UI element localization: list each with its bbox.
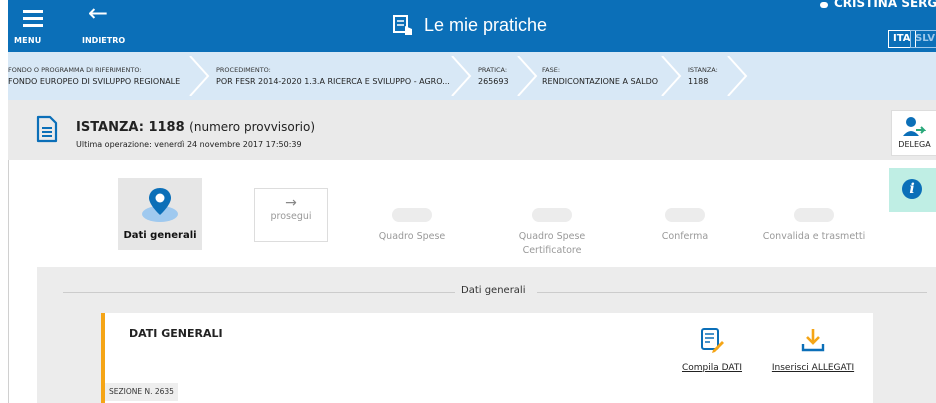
breadcrumb-fund-value: FONDO EUROPEO DI SVILUPPO REGIONALE	[8, 77, 181, 86]
delega-button[interactable]: DELEGA	[891, 110, 936, 156]
step-prosegui-label: prosegui	[270, 211, 312, 222]
section-divider	[63, 292, 455, 293]
section-title: Dati generali	[455, 285, 532, 296]
map-pin-icon	[142, 188, 178, 222]
breadcrumb-instance: ISTANZA: 1188	[688, 66, 718, 86]
user-delegate-icon	[903, 117, 926, 136]
breadcrumb-phase-value: RENDICONTAZIONE A SALDO	[542, 77, 659, 86]
step-placeholder-icon	[794, 208, 834, 222]
step-prosegui-button[interactable]: → prosegui	[254, 188, 328, 242]
back-button[interactable]: ← INDIETRO	[78, 0, 138, 52]
breadcrumb-phase[interactable]: FASE: RENDICONTAZIONE A SALDO	[542, 66, 658, 86]
instance-provisional-note: (numero provvisorio)	[189, 120, 316, 134]
top-bar: MENU ← INDIETRO Le mie pratiche CRISTINA…	[8, 0, 936, 52]
step-quadro-spese-label: Quadro Spese	[378, 231, 446, 242]
page-title-group: Le mie pratiche	[392, 12, 547, 38]
edit-form-icon	[701, 328, 724, 353]
back-label: INDIETRO	[82, 36, 126, 45]
breadcrumb-instance-value: 1188	[688, 77, 709, 86]
document-hand-icon	[392, 14, 414, 36]
arrow-right-icon: →	[285, 195, 297, 211]
page-title: Le mie pratiche	[424, 14, 548, 35]
step-quadro-spese-certificatore: Quadro Spese Certificatore	[500, 208, 604, 258]
step-conferma: Conferma	[640, 208, 730, 244]
instance-title: ISTANZA: 1188 (numero provvisorio)	[76, 120, 315, 135]
section-divider	[537, 292, 927, 293]
data-card: DATI GENERALI Compila DATI Inserisci ALL…	[101, 313, 873, 403]
step-placeholder-icon	[532, 208, 572, 222]
language-slv-button[interactable]: SLV	[910, 30, 936, 48]
step-quadro-spese: Quadro Spese	[366, 208, 458, 244]
chevron-right-icon	[727, 56, 748, 96]
breadcrumb-practice-key: PRATICA:	[478, 66, 508, 74]
step-quadro-spese-certificatore-label: Quadro Spese Certificatore	[518, 231, 586, 256]
delega-label: DELEGA	[898, 140, 931, 149]
chevron-right-icon	[661, 56, 682, 96]
last-operation: Ultima operazione: venerdì 24 novembre 2…	[76, 140, 302, 149]
user-icon	[820, 2, 828, 8]
menu-label: MENU	[14, 36, 42, 45]
breadcrumb-procedure-value: POR FESR 2014-2020 1.3.A RICERCA E SVILU…	[216, 77, 450, 86]
breadcrumb-instance-key: ISTANZA:	[688, 66, 718, 74]
step-dati-generali[interactable]: Dati generali	[118, 178, 202, 250]
step-convalida-e-trasmetti: Convalida e trasmetti	[752, 208, 876, 244]
breadcrumb-practice[interactable]: PRATICA: 265693	[478, 66, 509, 86]
section-number-badge: SEZIONE N. 2635	[105, 383, 178, 401]
insert-attachments-label: Inserisci ALLEGATI	[771, 363, 855, 373]
info-button[interactable]: i	[889, 168, 936, 212]
chevron-right-icon	[451, 56, 472, 96]
instance-number: ISTANZA: 1188	[76, 120, 185, 135]
compile-data-label: Compila DATI	[681, 363, 743, 373]
breadcrumb-procedure-key: PROCEDIMENTO:	[216, 66, 271, 74]
chevron-right-icon	[189, 56, 210, 96]
step-conferma-label: Conferma	[661, 231, 709, 242]
breadcrumb-phase-key: FASE:	[542, 66, 561, 74]
insert-attachments-button[interactable]: Inserisci ALLEGATI	[765, 327, 861, 373]
card-title: DATI GENERALI	[129, 327, 223, 340]
step-dati-generali-label: Dati generali	[123, 230, 197, 241]
compile-data-button[interactable]: Compila DATI	[677, 327, 747, 373]
breadcrumb-fund-key: FONDO O PROGRAMMA DI RIFERIMENTO:	[8, 66, 142, 74]
info-icon: i	[902, 179, 922, 199]
breadcrumb: FONDO O PROGRAMMA DI RIFERIMENTO: FONDO …	[8, 52, 936, 100]
arrow-left-icon: ←	[88, 0, 109, 27]
menu-button[interactable]: MENU	[8, 0, 64, 52]
step-convalida-e-trasmetti-label: Convalida e trasmetti	[762, 231, 866, 242]
chevron-right-icon	[517, 56, 538, 96]
hamburger-icon	[23, 10, 43, 31]
document-icon	[36, 115, 58, 143]
breadcrumb-procedure[interactable]: PROCEDIMENTO: POR FESR 2014-2020 1.3.A R…	[216, 66, 450, 86]
user-name[interactable]: CRISTINA SERGA	[834, 0, 936, 10]
instance-header: ISTANZA: 1188 (numero provvisorio) Ultim…	[8, 100, 936, 160]
section-panel: Dati generali DATI GENERALI Compila DATI…	[37, 267, 936, 403]
download-icon	[801, 329, 825, 352]
step-placeholder-icon	[392, 208, 432, 222]
breadcrumb-fund: FONDO O PROGRAMMA DI RIFERIMENTO: FONDO …	[8, 66, 180, 86]
step-placeholder-icon	[665, 208, 705, 222]
breadcrumb-practice-value: 265693	[478, 77, 509, 86]
